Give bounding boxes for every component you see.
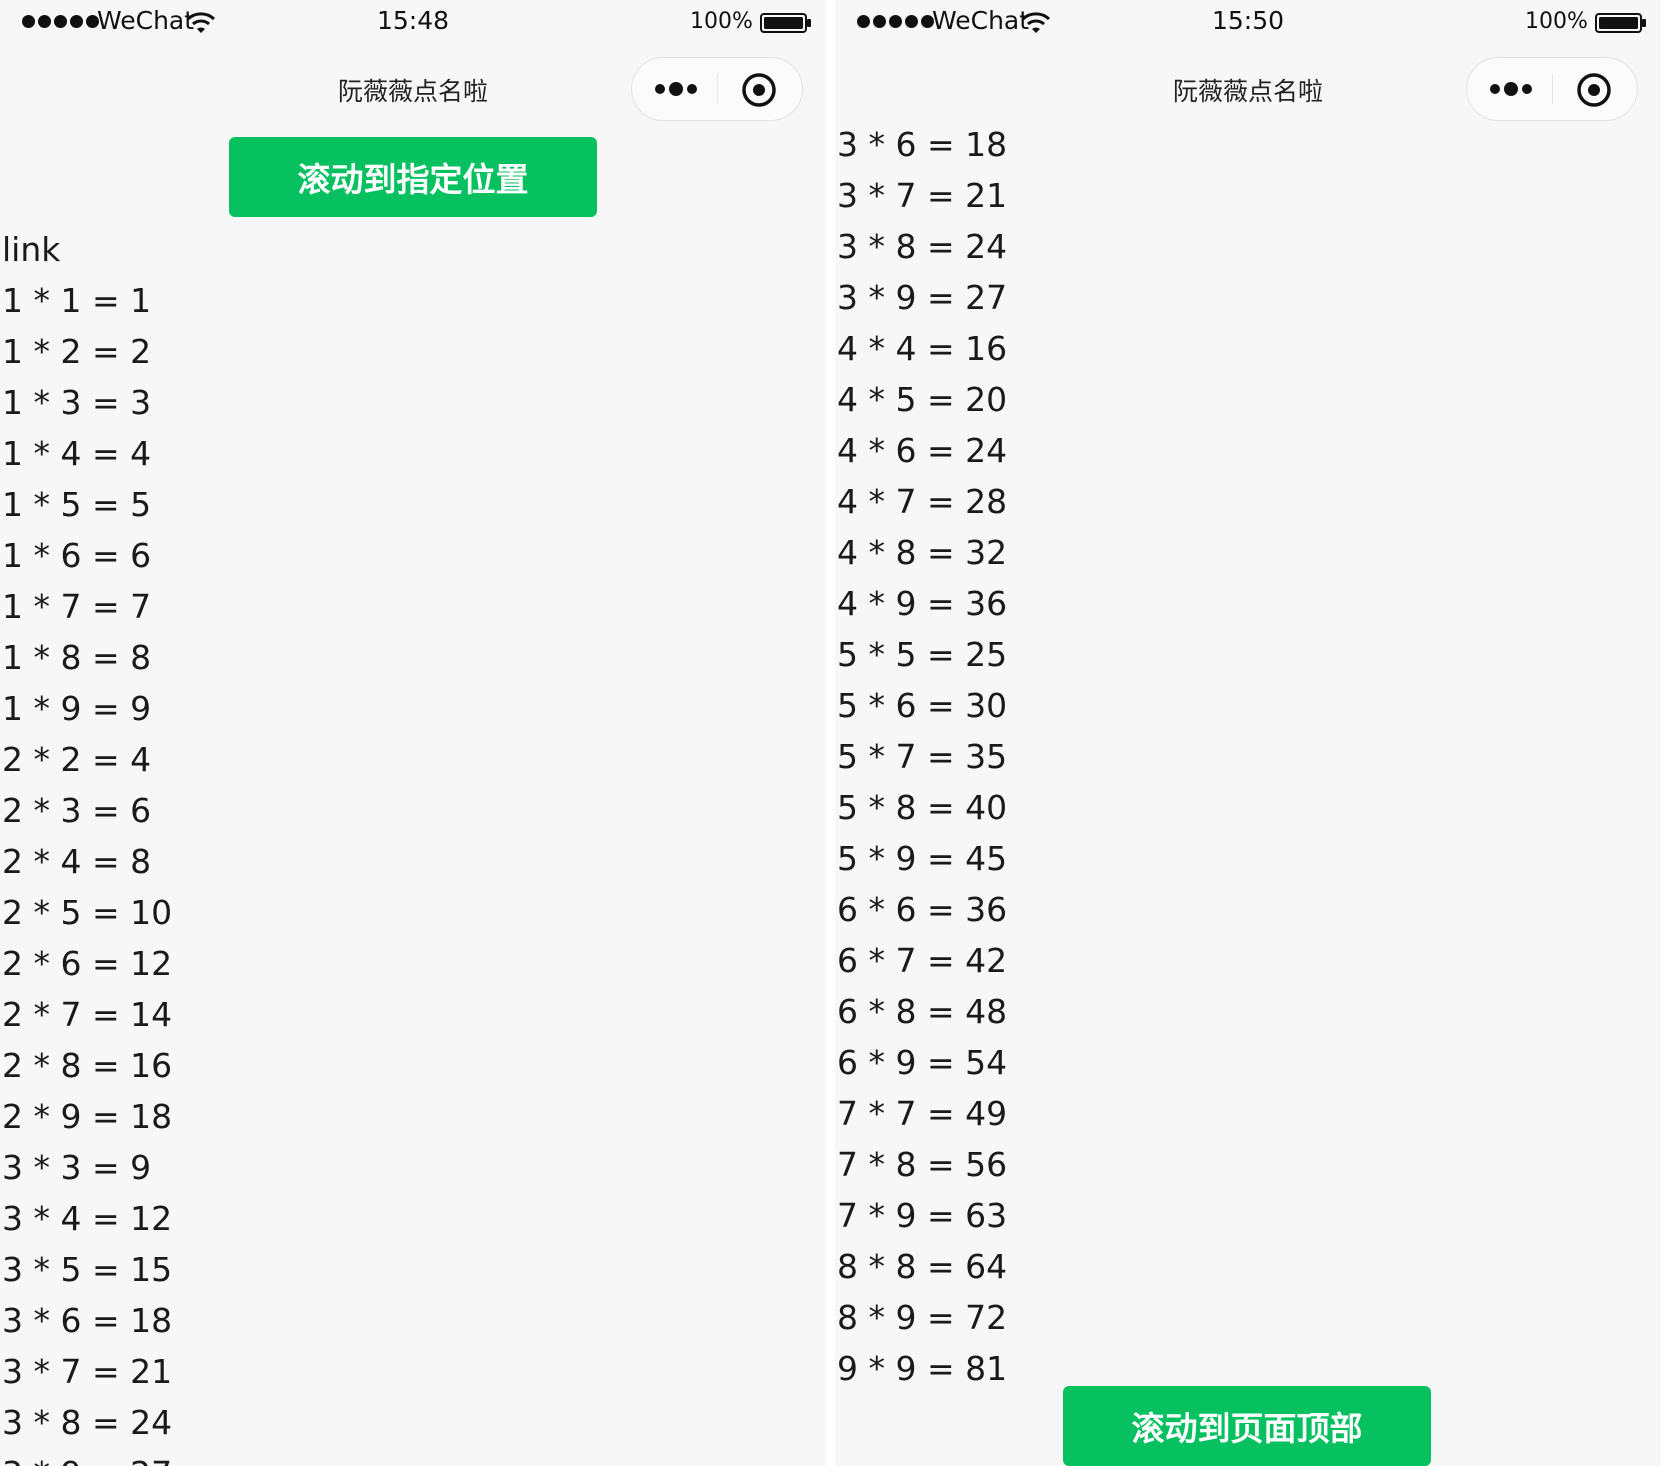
screen-divider [826, 0, 835, 1466]
phone-screen-right: WeChat 15:50 100% 阮薇薇点名啦 3 * 6 = 18 3 * … [835, 0, 1661, 1466]
list-item: 2 * 4 = 8 [2, 842, 152, 881]
more-icon[interactable] [652, 72, 700, 106]
list-item: 2 * 2 = 4 [2, 740, 152, 779]
list-item: 5 * 9 = 45 [837, 839, 1008, 878]
capsule-divider [1552, 74, 1553, 104]
battery-percentage: 100% [1525, 9, 1588, 34]
list-item: 4 * 8 = 32 [837, 533, 1008, 572]
list-item: 4 * 7 = 28 [837, 482, 1008, 521]
list-item: 2 * 8 = 16 [2, 1046, 173, 1085]
list-item: 4 * 9 = 36 [837, 584, 1008, 623]
list-item: 1 * 5 = 5 [2, 485, 152, 524]
list-item: 5 * 5 = 25 [837, 635, 1008, 674]
list-item: 2 * 5 = 10 [2, 893, 173, 932]
list-item: 1 * 4 = 4 [2, 434, 152, 473]
battery-icon [1595, 13, 1646, 33]
link-text: link [2, 230, 61, 269]
battery-icon [760, 13, 811, 33]
list-item: 1 * 6 = 6 [2, 536, 152, 575]
list-item: 3 * 9 = 27 [837, 278, 1008, 317]
list-item: 2 * 7 = 14 [2, 995, 173, 1034]
list-item: 3 * 5 = 15 [2, 1250, 173, 1289]
multiplication-list: 3 * 6 = 18 3 * 7 = 21 3 * 8 = 24 3 * 9 = 27… [837, 130, 1007, 1394]
list-item: 3 * 6 = 18 [837, 130, 1008, 164]
list-item: 1 * 1 = 1 [2, 281, 152, 320]
list-item: 3 * 8 = 24 [2, 1403, 173, 1442]
list-item: 7 * 8 = 56 [837, 1145, 1008, 1184]
list-item: 3 * 4 = 12 [2, 1199, 173, 1238]
list-item: 2 * 6 = 12 [2, 944, 173, 983]
multiplication-list: 1 * 1 = 1 1 * 2 = 2 1 * 3 = 3 1 * 4 = 4 1 * … [2, 275, 172, 1466]
list-item: 6 * 8 = 48 [837, 992, 1008, 1031]
target-icon[interactable] [740, 71, 778, 109]
nav-bar: 阮薇薇点名啦 [0, 46, 826, 130]
phone-screen-left: WeChat 15:48 100% 阮薇薇点名啦 滚动到指定位置 link 1 … [0, 0, 826, 1466]
scroll-to-position-button[interactable]: 滚动到指定位置 [229, 137, 597, 217]
list-item: 1 * 3 = 3 [2, 383, 152, 422]
list-item: 3 * 6 = 18 [2, 1301, 173, 1340]
status-bar: WeChat 15:48 100% [0, 0, 826, 46]
more-icon[interactable] [1487, 72, 1535, 106]
list-item: 7 * 7 = 49 [837, 1094, 1008, 1133]
list-item: 3 * 7 = 21 [837, 176, 1008, 215]
status-bar: WeChat 15:50 100% [835, 0, 1661, 46]
list-item: 1 * 2 = 2 [2, 332, 152, 371]
list-item: 5 * 7 = 35 [837, 737, 1008, 776]
list-item: 4 * 6 = 24 [837, 431, 1008, 470]
list-item: 1 * 9 = 9 [2, 689, 152, 728]
scroll-to-top-button[interactable]: 滚动到页面顶部 [1063, 1386, 1431, 1466]
list-item: 7 * 9 = 63 [837, 1196, 1008, 1235]
list-item: 3 * 7 = 21 [2, 1352, 173, 1391]
list-item: 4 * 5 = 20 [837, 380, 1008, 419]
list-item: 1 * 7 = 7 [2, 587, 152, 626]
list-item: 3 * 3 = 9 [2, 1148, 152, 1187]
scroll-content[interactable]: 滚动到指定位置 link 1 * 1 = 1 1 * 2 = 2 1 * 3 = 3… [0, 130, 826, 1466]
target-icon[interactable] [1575, 71, 1613, 109]
list-item: 6 * 7 = 42 [837, 941, 1008, 980]
list-item: 3 * 8 = 24 [837, 227, 1008, 266]
list-item: 5 * 8 = 40 [837, 788, 1008, 827]
nav-bar: 阮薇薇点名啦 [835, 46, 1661, 130]
list-item: 3 * 9 = 27 [2, 1448, 172, 1466]
list-item: 2 * 3 = 6 [2, 791, 152, 830]
list-item: 8 * 9 = 72 [837, 1298, 1008, 1337]
list-item: 1 * 8 = 8 [2, 638, 152, 677]
list-item: 4 * 4 = 16 [837, 329, 1008, 368]
mini-program-capsule [631, 57, 803, 121]
list-item: 6 * 9 = 54 [837, 1043, 1008, 1082]
mini-program-capsule [1466, 57, 1638, 121]
list-item: 6 * 6 = 36 [837, 890, 1008, 929]
capsule-divider [717, 74, 718, 104]
battery-percentage: 100% [690, 9, 753, 34]
list-item: 2 * 9 = 18 [2, 1097, 173, 1136]
scroll-content[interactable]: 3 * 6 = 18 3 * 7 = 21 3 * 8 = 24 3 * 9 = 27… [835, 130, 1661, 1466]
list-item: 8 * 8 = 64 [837, 1247, 1008, 1286]
list-item: 9 * 9 = 81 [837, 1349, 1008, 1388]
list-item: 5 * 6 = 30 [837, 686, 1008, 725]
